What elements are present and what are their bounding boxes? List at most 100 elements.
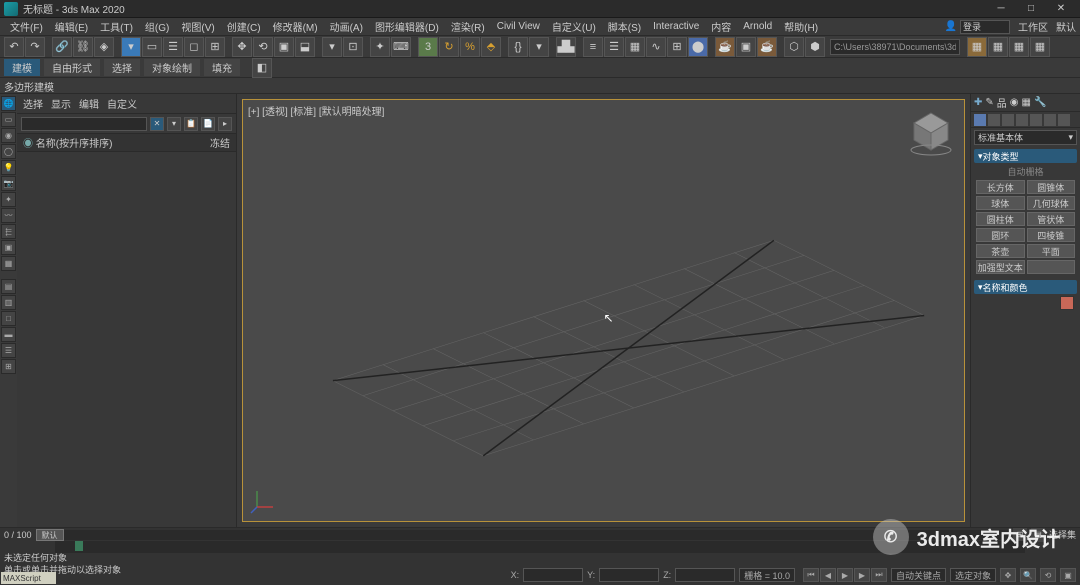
create-cone-button[interactable]: 圆锥体 [1027, 180, 1076, 194]
selection-filter[interactable]: ▾ [121, 37, 141, 57]
system-cat-icon[interactable] [1058, 114, 1070, 126]
lsb-space-icon[interactable]: 〰 [1, 208, 16, 223]
create-teapot-button[interactable]: 茶壶 [976, 244, 1025, 258]
menu-render[interactable]: 渲染(R) [445, 19, 491, 34]
light-cat-icon[interactable] [1002, 114, 1014, 126]
login-field[interactable] [960, 20, 1010, 34]
menu-customize[interactable]: 自定义(U) [546, 19, 602, 34]
ref-coord-button[interactable]: ▾ [322, 37, 342, 57]
toggle-ribbon-button[interactable]: ▦ [625, 37, 645, 57]
goto-start-button[interactable]: ⏮ [803, 568, 819, 582]
material-editor-button[interactable]: ⬤ [688, 37, 708, 57]
open-autodesk-button[interactable]: ⬢ [805, 37, 825, 57]
mirror-button[interactable]: ▟▙ [556, 37, 576, 57]
play-button[interactable]: ▶ [837, 568, 853, 582]
motion-tab-icon[interactable]: ◉ [1010, 97, 1019, 108]
create-category-dropdown[interactable]: 标准基本体▾ [974, 130, 1077, 145]
exp-tab-custom[interactable]: 自定义 [107, 96, 137, 111]
autogrid-label[interactable]: 自动栅格 [976, 165, 1075, 178]
exp-tab-select[interactable]: 选择 [23, 96, 43, 111]
frame-marker[interactable] [75, 541, 83, 551]
tool-extra-1[interactable]: ▦ [967, 37, 987, 57]
lsb-extra3-icon[interactable]: □ [1, 311, 16, 326]
menu-interactive[interactable]: Interactive [647, 21, 705, 32]
tool-extra-2[interactable]: ▦ [988, 37, 1008, 57]
viewcube[interactable] [906, 108, 956, 158]
named-sel-dd[interactable]: ▾ [529, 37, 549, 57]
lsb-sel-icon[interactable]: ▭ [1, 112, 16, 127]
snap-toggle-button[interactable]: 3 [418, 37, 438, 57]
shape-cat-icon[interactable] [988, 114, 1000, 126]
menu-civil[interactable]: Civil View [491, 21, 546, 32]
nav-pan-button[interactable]: ✥ [1000, 568, 1016, 582]
close-button[interactable]: ✕ [1046, 0, 1076, 18]
lsb-camera-icon[interactable]: 📷 [1, 176, 16, 191]
exp-filter-btn2[interactable]: 📋 [184, 117, 198, 131]
select-name-button[interactable]: ☰ [163, 37, 183, 57]
lsb-extra1-icon[interactable]: ▤ [1, 279, 16, 294]
ribbon-select[interactable]: 选择 [104, 59, 140, 76]
selected-set-label[interactable]: 选择集 [1049, 528, 1076, 541]
exp-col-freeze[interactable]: 冻结 [210, 135, 230, 150]
name-color-rollout[interactable]: ▾ 名称和颜色 [974, 280, 1077, 294]
menu-group[interactable]: 组(G) [139, 19, 175, 34]
autokey-button[interactable]: 自动关键点 [891, 568, 946, 582]
time-slider-track[interactable]: 默认 [36, 530, 1009, 540]
exp-tab-display[interactable]: 显示 [51, 96, 71, 111]
explorer-body[interactable] [17, 152, 236, 527]
lsb-light-icon[interactable]: 💡 [1, 160, 16, 175]
slider-btn1[interactable]: ⊞ [1013, 528, 1027, 542]
camera-cat-icon[interactable] [1016, 114, 1028, 126]
render-frame-button[interactable]: ▣ [736, 37, 756, 57]
menu-animation[interactable]: 动画(A) [324, 19, 369, 34]
move-button[interactable]: ✥ [232, 37, 252, 57]
utilities-tab-icon[interactable]: 🔧 [1034, 97, 1046, 108]
angle-snap-button[interactable]: ↻ [439, 37, 459, 57]
render-setup-button[interactable]: ☕ [715, 37, 735, 57]
layers-button[interactable]: ☰ [604, 37, 624, 57]
lsb-group-icon[interactable]: ▦ [1, 256, 16, 271]
menu-tools[interactable]: 工具(T) [94, 19, 139, 34]
keyboard-button[interactable]: ⌨ [391, 37, 411, 57]
menu-graph[interactable]: 图形编辑器(D) [369, 19, 445, 34]
axis-gizmo-icon[interactable] [249, 485, 279, 515]
ribbon-modeling[interactable]: 建模 [4, 59, 40, 76]
prev-frame-button[interactable]: ◀ [820, 568, 836, 582]
create-plane-button[interactable]: 平面 [1027, 244, 1076, 258]
coord-y-input[interactable] [599, 568, 659, 582]
goto-end-button[interactable]: ⏭ [871, 568, 887, 582]
link-button[interactable]: 🔗 [52, 37, 72, 57]
menu-file[interactable]: 文件(F) [4, 19, 49, 34]
lsb-extra5-icon[interactable]: ☰ [1, 343, 16, 358]
lsb-shape-icon[interactable]: ◯ [1, 144, 16, 159]
ribbon-toggle-icon[interactable]: ◧ [252, 58, 272, 78]
named-sel-button[interactable]: {} [508, 37, 528, 57]
curve-editor-button[interactable]: ∿ [646, 37, 666, 57]
exp-filter-btn1[interactable]: ▾ [167, 117, 181, 131]
ribbon-fill[interactable]: 填充 [204, 59, 240, 76]
align-button[interactable]: ≡ [583, 37, 603, 57]
manipulate-button[interactable]: ✦ [370, 37, 390, 57]
spinner-snap-button[interactable]: ⬘ [481, 37, 501, 57]
create-sphere-button[interactable]: 球体 [976, 196, 1025, 210]
modify-tab-icon[interactable]: ✎ [985, 97, 993, 108]
hierarchy-tab-icon[interactable]: 品 [997, 95, 1007, 110]
tool-extra-3[interactable]: ▦ [1009, 37, 1029, 57]
maxscript-listener[interactable]: MAXScript [1, 572, 56, 584]
exp-filter-x-icon[interactable]: ✕ [150, 117, 164, 131]
minimize-button[interactable]: ─ [986, 0, 1016, 18]
time-slider-thumb[interactable]: 默认 [36, 529, 64, 541]
menu-script[interactable]: 脚本(S) [602, 19, 647, 34]
create-tab-icon[interactable]: ✚ [974, 97, 982, 108]
bind-button[interactable]: ◈ [94, 37, 114, 57]
display-tab-icon[interactable]: ▦ [1022, 97, 1031, 108]
helper-cat-icon[interactable] [1030, 114, 1042, 126]
lsb-world-icon[interactable]: 🌐 [1, 96, 16, 111]
render-button[interactable]: ☕ [757, 37, 777, 57]
viewport-label[interactable]: [+] [透视] [标准] [默认明暗处理] [248, 103, 384, 118]
selected-objects-label[interactable]: 选定对象 [950, 568, 996, 582]
ribbon-freeform[interactable]: 自由形式 [44, 59, 100, 76]
undo-button[interactable]: ↶ [4, 37, 24, 57]
scale-button[interactable]: ▣ [274, 37, 294, 57]
pivot-button[interactable]: ⊡ [343, 37, 363, 57]
